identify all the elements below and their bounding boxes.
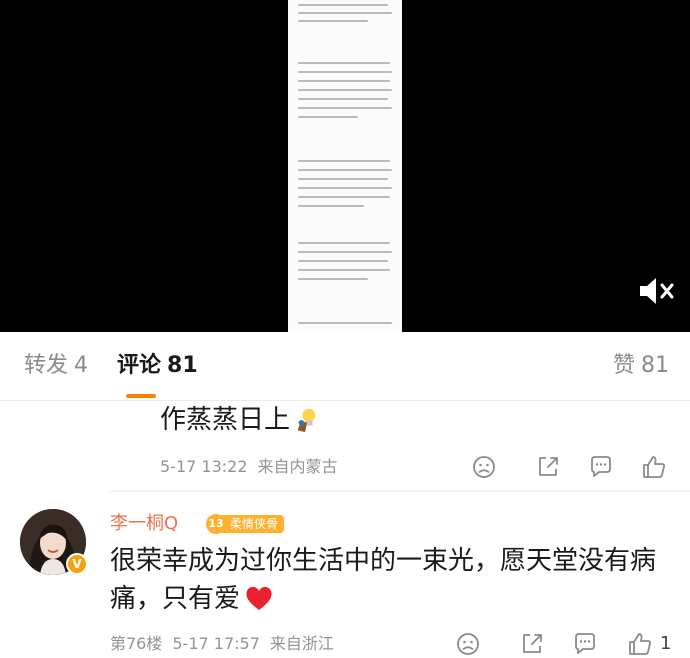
- comment-actions: [470, 453, 670, 481]
- active-tab-indicator: [126, 394, 156, 398]
- comment-text-content: 作蒸蒸日上: [160, 405, 291, 435]
- comment-actions: 1: [454, 630, 684, 658]
- dislike-icon[interactable]: [470, 453, 498, 481]
- tab-comment-count: 81: [167, 353, 198, 378]
- comment-divider: [110, 491, 690, 492]
- lightbulb-icon: [294, 406, 320, 446]
- tab-repost[interactable]: 转发 4: [24, 352, 88, 380]
- dislike-icon[interactable]: [454, 630, 482, 658]
- reply-icon[interactable]: [571, 630, 599, 658]
- reply-icon[interactable]: [587, 453, 615, 481]
- tab-repost-count: 4: [74, 353, 89, 378]
- comment-location: 来自浙江: [269, 634, 334, 653]
- verified-badge: V: [66, 553, 88, 575]
- tab-repost-label: 转发: [24, 353, 69, 378]
- tab-like-count: 81: [641, 353, 670, 378]
- share-icon[interactable]: [534, 453, 562, 481]
- tab-comment[interactable]: 评论 81: [117, 352, 198, 380]
- post-tabs: 转发 4 评论 81 赞 81: [0, 332, 690, 401]
- comment-meta: 第76楼 5-17 17:57 来自浙江: [110, 633, 334, 655]
- comment-meta: 5-17 13:22 来自内蒙古: [160, 456, 338, 478]
- share-icon[interactable]: [518, 630, 546, 658]
- fan-level-title: 柔情侠骨: [220, 515, 285, 533]
- comment-username[interactable]: 李一桐Q: [110, 512, 178, 536]
- video-player[interactable]: [0, 0, 690, 332]
- tab-like-label: 赞: [613, 353, 636, 378]
- fan-level-number: 13: [206, 514, 226, 534]
- comment-date: 5-17 13:22: [160, 457, 248, 476]
- like-icon[interactable]: 1: [626, 630, 671, 658]
- comment-date: 5-17 17:57: [172, 634, 260, 653]
- comment-text: 很荣幸成为过你生活中的一束光，愿天堂没有病痛，只有爱: [110, 542, 670, 623]
- comment-text: 作蒸蒸日上: [160, 400, 320, 446]
- fan-level-badge[interactable]: 13 柔情侠骨: [206, 514, 285, 534]
- comment-text-content: 很荣幸成为过你生活中的一束光，愿天堂没有病痛，只有爱: [110, 546, 657, 614]
- tab-like[interactable]: 赞 81: [613, 352, 669, 380]
- red-heart-icon: [244, 584, 274, 623]
- tab-comment-label: 评论: [117, 353, 162, 378]
- mute-icon[interactable]: [638, 276, 676, 306]
- like-count: 1: [660, 633, 672, 654]
- comment-floor: 第76楼: [110, 634, 163, 653]
- comment-location: 来自内蒙古: [257, 457, 338, 476]
- like-icon[interactable]: [640, 453, 668, 481]
- video-document-frame: [288, 0, 402, 332]
